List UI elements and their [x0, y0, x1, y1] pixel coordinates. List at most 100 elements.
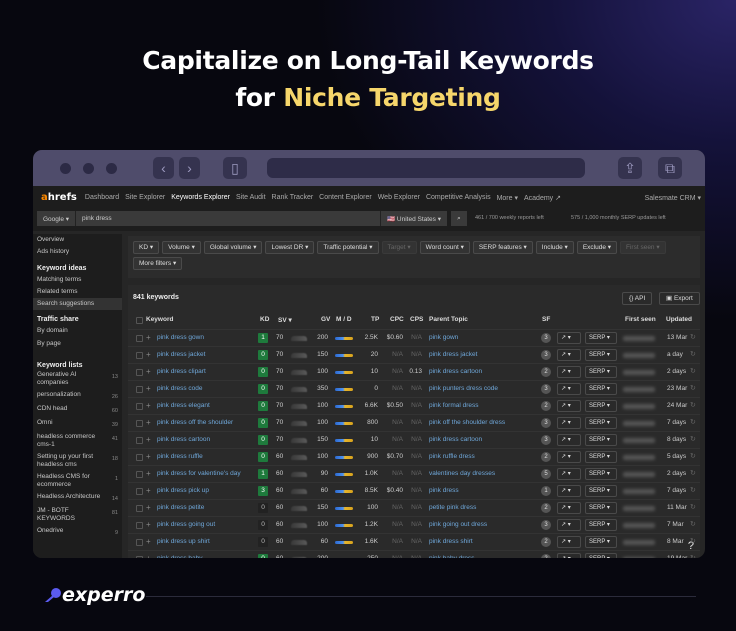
refresh-icon[interactable]: ↻ — [690, 435, 696, 443]
filter-button[interactable]: Traffic potential ▾ — [317, 241, 379, 254]
row-checkbox[interactable] — [136, 352, 143, 359]
nav-item[interactable]: Web Explorer — [378, 194, 420, 202]
trend-dropdown[interactable]: ↗ ▾ — [557, 553, 581, 558]
column-header-gv[interactable]: GV — [321, 316, 330, 323]
keyword-link[interactable]: pink dress off the shoulder — [157, 419, 233, 426]
keyword-list-item[interactable]: Generative AI companies 13 — [33, 371, 122, 387]
nav-item[interactable]: Rank Tracker — [272, 194, 314, 202]
account-menu[interactable]: Salesmate CRM ▾ — [645, 194, 701, 202]
column-header-sf[interactable]: SF — [542, 316, 550, 323]
column-header-md[interactable]: M / D — [336, 316, 352, 323]
trend-dropdown[interactable]: ↗ ▾ — [557, 451, 581, 463]
filter-button[interactable]: Word count ▾ — [419, 241, 470, 254]
refresh-icon[interactable]: ↻ — [690, 418, 696, 426]
refresh-icon[interactable]: ↻ — [690, 503, 696, 511]
ahrefs-logo[interactable]: ahrefs — [41, 192, 77, 203]
window-zoom-dot[interactable] — [106, 163, 117, 174]
engine-select[interactable]: Google ▾ — [37, 215, 75, 223]
filter-button[interactable]: KD ▾ — [133, 241, 160, 254]
serp-dropdown[interactable]: SERP ▾ — [585, 434, 617, 446]
keyword-list-item[interactable]: headless commerce cms-1 41 — [33, 433, 122, 449]
sidebar-item[interactable]: Search suggestions — [33, 298, 122, 311]
api-button[interactable]: {} API — [622, 292, 653, 305]
parent-topic-link[interactable]: petite pink dress — [429, 504, 476, 511]
share-icon[interactable]: ⇪ — [618, 157, 642, 179]
serp-dropdown[interactable]: SERP ▾ — [585, 417, 617, 429]
add-to-list-icon[interactable]: + — [146, 435, 151, 444]
parent-topic-link[interactable]: pink dress jacket — [429, 351, 477, 358]
filter-button[interactable]: Global volume ▾ — [203, 241, 263, 254]
nav-item[interactable]: Dashboard — [85, 194, 119, 202]
filter-button[interactable]: Include ▾ — [535, 241, 574, 254]
serp-dropdown[interactable]: SERP ▾ — [585, 519, 617, 531]
parent-topic-link[interactable]: valentines day dresses — [429, 470, 495, 477]
add-to-list-icon[interactable]: + — [146, 486, 151, 495]
back-chevron-icon[interactable]: ‹ — [153, 157, 174, 179]
refresh-icon[interactable]: ↻ — [690, 333, 696, 341]
row-checkbox[interactable] — [136, 420, 143, 427]
parent-topic-link[interactable]: pink off the shoulder dress — [429, 419, 505, 426]
column-header-cps[interactable]: CPS — [410, 316, 423, 323]
trend-dropdown[interactable]: ↗ ▾ — [557, 366, 581, 378]
keyword-link[interactable]: pink dress petite — [157, 504, 204, 511]
add-to-list-icon[interactable]: + — [146, 384, 151, 393]
tabs-overview-icon[interactable]: ⧉ — [658, 157, 682, 179]
row-checkbox[interactable] — [136, 539, 143, 546]
search-field[interactable]: Google ▾ pink dress 🇺🇸 United States ▾ — [37, 211, 447, 226]
parent-topic-link[interactable]: pink baby dress — [429, 555, 475, 558]
keyword-list-item[interactable]: Setting up your first headless cms 18 — [33, 453, 122, 469]
serp-dropdown[interactable]: SERP ▾ — [585, 383, 617, 395]
address-bar[interactable] — [267, 158, 585, 178]
trend-dropdown[interactable]: ↗ ▾ — [557, 536, 581, 548]
add-to-list-icon[interactable]: + — [146, 537, 151, 546]
search-button[interactable]: ⌕ — [451, 211, 467, 226]
row-checkbox[interactable] — [136, 335, 143, 342]
parent-topic-link[interactable]: pink going out dress — [429, 521, 487, 528]
trend-dropdown[interactable]: ↗ ▾ — [557, 434, 581, 446]
keyword-list-item[interactable]: personalization 26 — [33, 391, 122, 401]
row-checkbox[interactable] — [136, 437, 143, 444]
trend-dropdown[interactable]: ↗ ▾ — [557, 485, 581, 497]
nav-item[interactable]: Content Explorer — [319, 194, 372, 202]
keyword-list-item[interactable]: JM - BOTF KEYWORDS 81 — [33, 507, 122, 523]
trend-dropdown[interactable]: ↗ ▾ — [557, 400, 581, 412]
serp-dropdown[interactable]: SERP ▾ — [585, 366, 617, 378]
refresh-icon[interactable]: ↻ — [690, 469, 696, 477]
serp-dropdown[interactable]: SERP ▾ — [585, 349, 617, 361]
parent-topic-link[interactable]: pink dress — [429, 487, 459, 494]
trend-dropdown[interactable]: ↗ ▾ — [557, 417, 581, 429]
add-to-list-icon[interactable]: + — [146, 350, 151, 359]
nav-item[interactable]: Academy ↗ — [524, 194, 561, 202]
serp-dropdown[interactable]: SERP ▾ — [585, 332, 617, 344]
serp-dropdown[interactable]: SERP ▾ — [585, 468, 617, 480]
add-to-list-icon[interactable]: + — [146, 333, 151, 342]
filter-button[interactable]: SERP features ▾ — [472, 241, 533, 254]
column-header-updated[interactable]: Updated — [666, 316, 692, 323]
serp-dropdown[interactable]: SERP ▾ — [585, 400, 617, 412]
sidebar-item[interactable]: Overview — [33, 234, 122, 246]
column-header-cpc[interactable]: CPC — [390, 316, 404, 323]
sidebar-item[interactable]: By domain — [33, 325, 122, 337]
filter-button[interactable]: Lowest DR ▾ — [265, 241, 315, 254]
trend-dropdown[interactable]: ↗ ▾ — [557, 468, 581, 480]
window-close-dot[interactable] — [60, 163, 71, 174]
column-header-sv[interactable]: SV ▾ — [278, 316, 292, 324]
nav-item[interactable]: More ▾ — [497, 194, 518, 202]
parent-topic-link[interactable]: pink gown — [429, 334, 458, 341]
keyword-link[interactable]: pink dress up shirt — [157, 538, 210, 545]
keyword-link[interactable]: pink dress ruffle — [157, 453, 203, 460]
add-to-list-icon[interactable]: + — [146, 469, 151, 478]
add-to-list-icon[interactable]: + — [146, 520, 151, 529]
add-to-list-icon[interactable]: + — [146, 554, 151, 558]
filter-button[interactable]: More filters ▾ — [133, 257, 183, 270]
keyword-list-item[interactable]: CDN head 60 — [33, 405, 122, 415]
nav-item[interactable]: Site Explorer — [125, 194, 165, 202]
add-to-list-icon[interactable]: + — [146, 503, 151, 512]
nav-item[interactable]: Competitive Analysis — [426, 194, 491, 202]
add-to-list-icon[interactable]: + — [146, 452, 151, 461]
row-checkbox[interactable] — [136, 488, 143, 495]
parent-topic-link[interactable]: pink dress shirt — [429, 538, 473, 545]
column-header-kd[interactable]: KD — [260, 316, 269, 323]
sidebar-item[interactable]: Matching terms — [33, 274, 122, 286]
filter-button[interactable]: Volume ▾ — [162, 241, 201, 254]
